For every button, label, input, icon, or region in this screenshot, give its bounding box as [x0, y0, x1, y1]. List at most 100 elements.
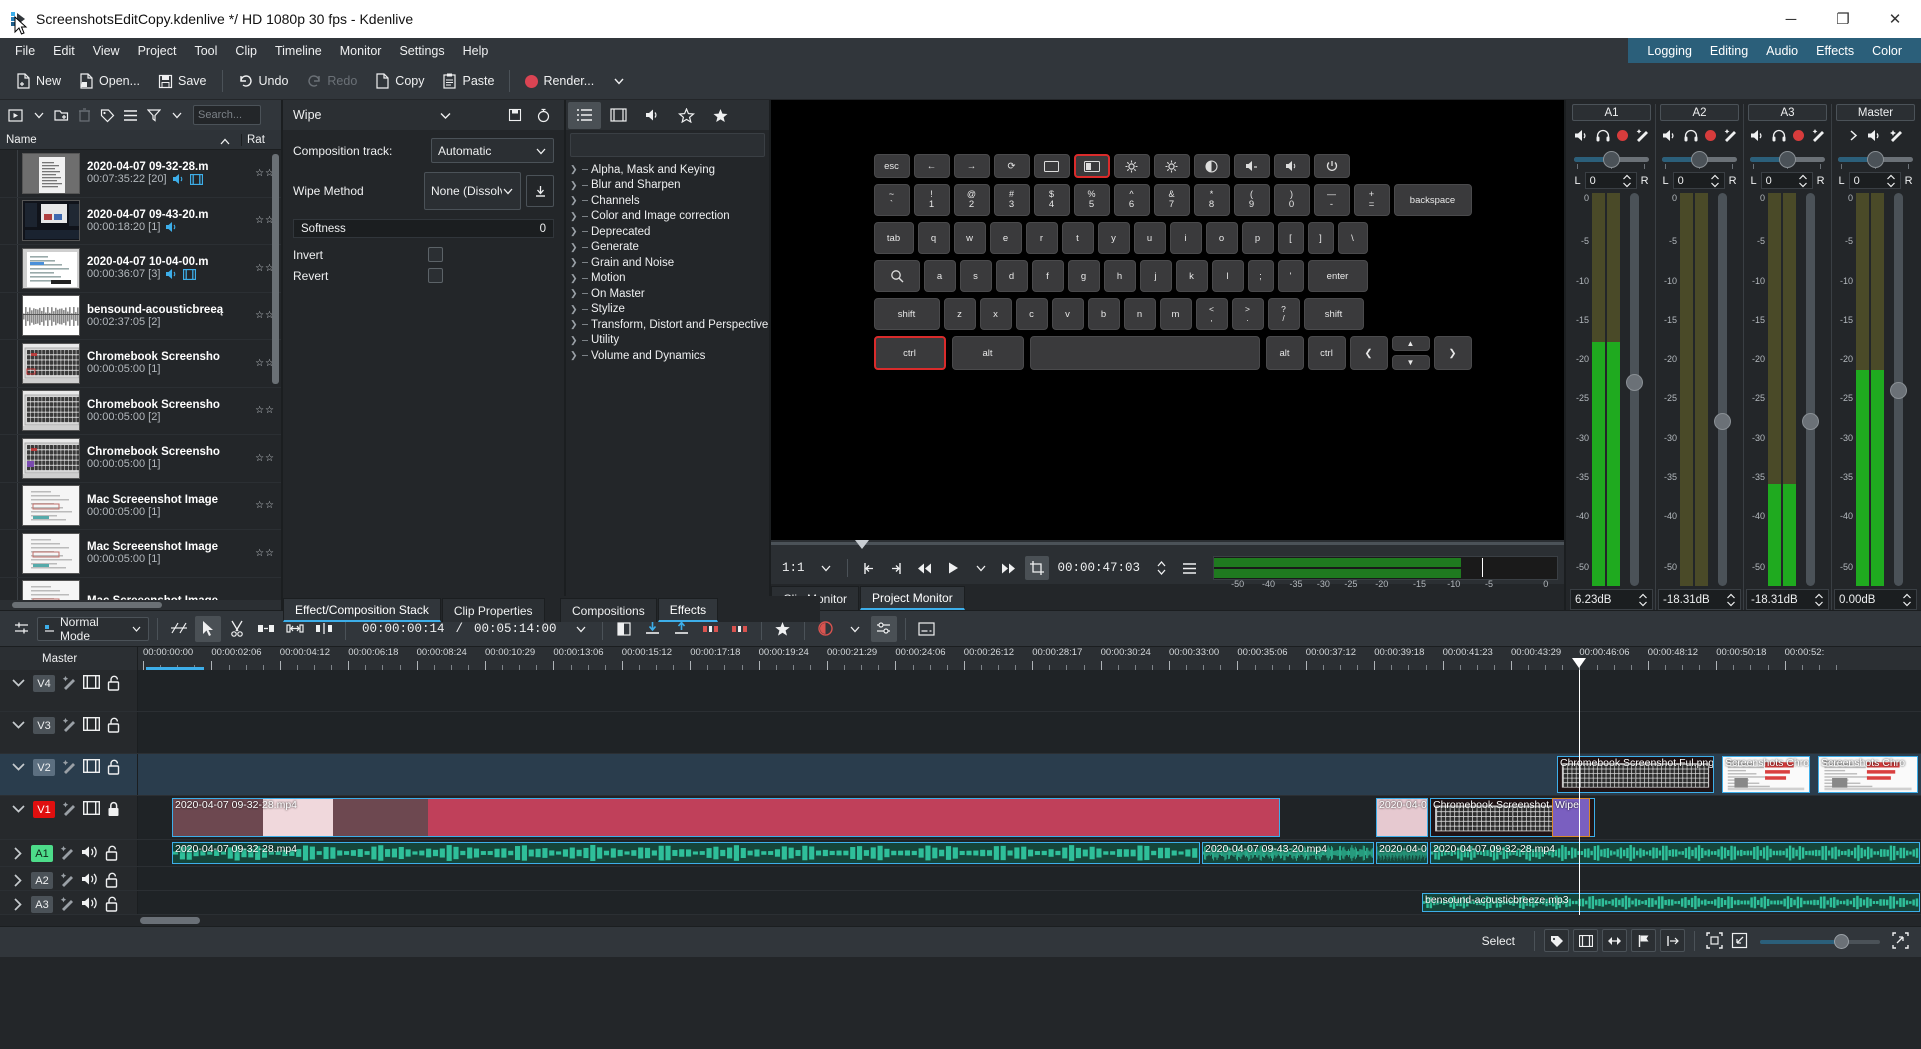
new-button[interactable]: New	[8, 69, 69, 93]
edit-mode-select[interactable]: Normal Mode	[37, 615, 149, 643]
menu-clip[interactable]: Clip	[226, 41, 266, 61]
menu-file[interactable]: File	[6, 41, 44, 61]
volume-db-input[interactable]: 6.23dB	[1570, 589, 1653, 610]
track-expand-icon[interactable]	[10, 717, 27, 732]
open-button[interactable]: Open...	[71, 69, 148, 93]
track-lock-icon[interactable]	[104, 845, 119, 861]
monitor-zoom-level[interactable]: 1:1	[777, 561, 810, 575]
clip-rating[interactable]: ☆☆	[251, 548, 281, 559]
track-body-a3[interactable]: bensound-acousticbreeze.mp3	[138, 891, 1921, 914]
list-item[interactable]: Mac Screeenshot Image	[0, 577, 281, 600]
volume-fader-knob[interactable]	[1890, 381, 1907, 399]
track-audio-icon[interactable]	[81, 896, 98, 910]
pan-slider[interactable]	[1836, 149, 1914, 169]
track-body-v3[interactable]	[138, 712, 1921, 753]
track-header-v4[interactable]: V4	[0, 670, 138, 711]
track-name-a1[interactable]: A1	[31, 845, 53, 862]
track-audio-icon[interactable]	[81, 845, 98, 859]
record-icon[interactable]	[1704, 129, 1716, 141]
effect-category-item[interactable]: ❯ Deprecated	[566, 224, 769, 240]
record-dropdown-icon[interactable]	[842, 616, 868, 642]
timeline-clip[interactable]: 2020-04-0	[1376, 798, 1428, 837]
tab-project-monitor[interactable]: Project Monitor	[860, 586, 965, 610]
timeline-zoom-slider[interactable]	[1760, 931, 1880, 951]
track-header-v1[interactable]: V1	[0, 796, 138, 839]
track-video-icon[interactable]	[83, 717, 100, 731]
stepper-icon[interactable]	[1638, 592, 1648, 608]
track-effects-icon[interactable]	[59, 872, 75, 887]
track-expand-icon[interactable]	[10, 872, 25, 889]
volume-fader-knob[interactable]	[1714, 413, 1731, 431]
bin-clip-list[interactable]: 2020-04-07 09-32-28.m 00:07:35:22 [20] ☆☆ 2…	[0, 150, 281, 600]
play-icon[interactable]	[941, 556, 965, 580]
track-expand-icon[interactable]	[10, 801, 27, 816]
layout-effects[interactable]: Effects	[1807, 41, 1863, 61]
effects-icon[interactable]	[1635, 128, 1650, 142]
select-tool-icon[interactable]	[195, 615, 221, 642]
pan-value-input[interactable]: 0	[1672, 172, 1725, 189]
menu-monitor[interactable]: Monitor	[331, 41, 391, 61]
volume-db-input[interactable]: -18.31dB	[1746, 589, 1829, 610]
track-effects-icon[interactable]	[61, 675, 77, 690]
track-effects-icon[interactable]	[59, 896, 75, 911]
layout-logging[interactable]: Logging	[1638, 41, 1701, 61]
track-video-icon[interactable]	[83, 759, 100, 773]
filter-icon[interactable]	[143, 105, 164, 126]
zoom-out-icon[interactable]	[1729, 930, 1750, 951]
record-icon[interactable]	[1616, 129, 1628, 141]
bin-scrollbar[interactable]	[272, 154, 279, 384]
set-zone-out-icon[interactable]	[885, 556, 909, 580]
effect-category-item[interactable]: ❯ Utility	[566, 333, 769, 349]
list-item[interactable]: Mac Screeenshot Image 00:00:05:00 [1] ☆☆	[0, 530, 281, 578]
pan-value-input[interactable]: 0	[1760, 172, 1813, 189]
menu-tool[interactable]: Tool	[185, 41, 226, 61]
volume-db-input[interactable]: 0.00dB	[1834, 589, 1917, 610]
tab-effects[interactable]: Effects	[657, 598, 719, 622]
composition-track-select[interactable]: Automatic	[431, 138, 554, 163]
bin-col-rating[interactable]: Rat	[241, 133, 281, 146]
close-button[interactable]: ✕	[1869, 0, 1921, 38]
effect-category-item[interactable]: ❯ Channels	[566, 193, 769, 209]
minimize-button[interactable]: ─	[1765, 0, 1817, 38]
mixer-track-name[interactable]: Master	[1836, 104, 1915, 121]
clip-rating[interactable]: ☆☆	[251, 453, 281, 464]
track-expand-icon[interactable]	[10, 845, 25, 862]
fullscreen-icon[interactable]	[1890, 930, 1911, 951]
track-lock-icon[interactable]	[104, 896, 119, 912]
bin-col-name[interactable]: Name	[0, 134, 241, 146]
volume-fader[interactable]	[1714, 193, 1731, 586]
effects-search-input[interactable]	[570, 133, 765, 157]
clip-rating[interactable]: ☆☆	[251, 500, 281, 511]
expand-icon[interactable]	[1847, 129, 1860, 142]
track-effects-icon[interactable]	[61, 759, 77, 774]
razor-tool-icon[interactable]	[224, 616, 250, 642]
track-header-a1[interactable]: A1	[0, 840, 138, 866]
list-item[interactable]: 2020-04-07 09-43-20.m 00:00:18:20 [1] ☆☆	[0, 197, 281, 245]
set-zone-in-icon[interactable]	[857, 556, 881, 580]
stepper-icon[interactable]	[1710, 173, 1720, 189]
track-video-icon[interactable]	[83, 675, 100, 689]
list-item[interactable]: 2020-04-07 10-04-00.m 00:00:36:07 [3] ☆☆	[0, 245, 281, 293]
menu-help[interactable]: Help	[454, 41, 498, 61]
track-name-v3[interactable]: V3	[33, 717, 55, 734]
track-audio-icon[interactable]	[81, 872, 98, 886]
pan-slider[interactable]	[1572, 149, 1650, 169]
stepper-icon[interactable]	[1902, 592, 1912, 608]
volume-fader-knob[interactable]	[1626, 373, 1643, 391]
add-clip-dropdown-icon[interactable]	[28, 105, 49, 126]
marker-icon[interactable]	[1660, 929, 1685, 952]
volume-db-input[interactable]: -18.31dB	[1658, 589, 1741, 610]
list-item[interactable]: 2020-04-07 09-32-28.m 00:07:35:22 [20] ☆☆	[0, 150, 281, 198]
effect-category-item[interactable]: ❯ Blur and Sharpen	[566, 178, 769, 194]
timeline-tracks[interactable]: V4 V3 V2 Chromebook Screenshot Ful.png Scree…	[0, 670, 1921, 915]
solo-headphones-icon[interactable]	[1684, 129, 1698, 142]
effect-category-item[interactable]: ❯ Transform, Distort and Perspective	[566, 317, 769, 333]
pan-value-input[interactable]: 0	[1584, 172, 1637, 189]
tab-compositions[interactable]: Compositions	[560, 598, 657, 622]
tab-effect-composition-stack[interactable]: Effect/Composition Stack	[283, 598, 441, 622]
timeline-clip[interactable]: bensound-acousticbreeze.mp3	[1422, 893, 1920, 912]
timeline-clip[interactable]: Screenshots Chro	[1818, 756, 1918, 793]
timeline-clip[interactable]: 2020-04-07 09-32-28.mp4	[172, 798, 1280, 837]
layout-color[interactable]: Color	[1863, 41, 1911, 61]
volume-fader[interactable]	[1802, 193, 1819, 586]
